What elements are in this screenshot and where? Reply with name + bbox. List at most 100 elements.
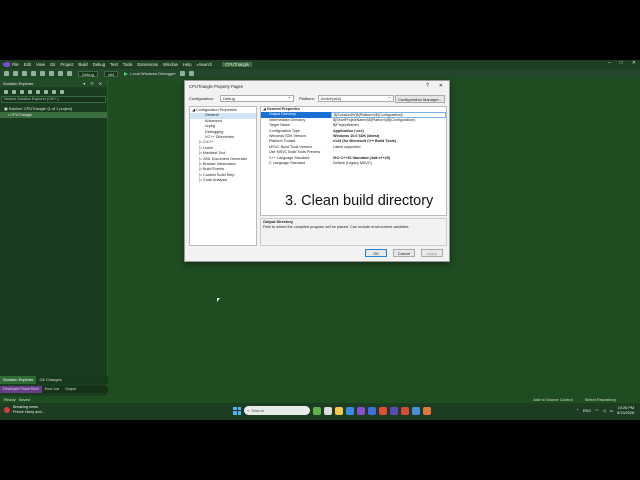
tree-item-label: vcpkg (205, 124, 215, 129)
edge-browser-icon[interactable] (346, 406, 354, 415)
music-app-icon[interactable] (379, 406, 387, 415)
menu-help[interactable]: Help (183, 62, 192, 67)
configuration-manager-button[interactable]: Configuration Manager... (395, 95, 445, 103)
config-row: Configuration: Debug Platform: Active(x6… (189, 94, 445, 103)
menu-view[interactable]: View (36, 62, 45, 67)
store-app-icon[interactable] (368, 406, 376, 415)
tab-git-changes[interactable]: Git Changes (36, 376, 64, 384)
tab-solution-explorer[interactable]: Solution Explorer (0, 376, 37, 384)
save-all-icon[interactable] (49, 71, 54, 76)
forward-icon[interactable] (13, 71, 18, 76)
start-windows-icon[interactable] (233, 406, 241, 415)
new-item-icon[interactable] (22, 71, 27, 76)
tree-item-label: Code Analysis (202, 178, 228, 183)
help-icon[interactable]: ? (426, 83, 429, 89)
volume-icon[interactable]: ◁ (603, 408, 606, 413)
property-grid: ◢ General Properties Output Directory $(S… (260, 106, 447, 216)
tree-item-label: Custom Build Step (202, 172, 235, 177)
ok-button[interactable]: OK (365, 249, 387, 257)
tree-item[interactable]: ▷ Code Analysis (190, 178, 256, 183)
status-bar: Ready Saved Add to Source Control Select… (0, 396, 640, 403)
menu-test[interactable]: Test (110, 62, 118, 67)
apply-button[interactable]: Apply (421, 249, 443, 257)
collapse-all-icon[interactable] (44, 89, 48, 94)
menu-debug[interactable]: Debug (93, 62, 105, 67)
grid-row[interactable]: C Language Standard Default (Legacy MSVC) (261, 161, 446, 166)
play-icon (124, 71, 129, 76)
tab-developer-powershell[interactable]: Developer PowerShell (0, 386, 42, 393)
description-title: Output Directory (263, 220, 294, 224)
maximize-icon[interactable]: □ (620, 60, 623, 66)
select-repository[interactable]: Select Repository (585, 397, 616, 402)
close-icon[interactable]: ✕ (632, 60, 636, 66)
property-name: C Language Standard (269, 160, 306, 165)
add-to-source-control[interactable]: Add to Source Control (533, 397, 572, 402)
news-widget[interactable]: Breaking news Prince Harry and... (4, 405, 45, 415)
tab-error-list[interactable]: Error List (42, 386, 63, 393)
tree-item-label: VC++ Directories (205, 134, 234, 139)
project-label: CPUTriangle (10, 113, 32, 117)
menu-edit[interactable]: Edit (24, 62, 31, 67)
status-ready: Ready (4, 397, 16, 402)
menu-tools[interactable]: Tools (123, 62, 133, 67)
wifi-icon[interactable]: ◠ (595, 408, 598, 413)
home-icon[interactable] (20, 89, 24, 94)
chevron-up-icon[interactable]: ⌃ (576, 408, 579, 413)
clock[interactable]: 10:26 PM 8/13/2026 (617, 406, 634, 415)
start-without-debug-icon[interactable] (179, 71, 185, 76)
file-explorer-icon[interactable] (335, 406, 343, 415)
properties-icon[interactable] (60, 89, 64, 94)
task-view-icon[interactable] (324, 406, 332, 415)
tree-item-label: Browse Information (202, 161, 236, 166)
recorder-app-icon[interactable] (401, 406, 409, 415)
global-search[interactable]: ⌕ Search (197, 62, 213, 67)
letterbox-top (0, 0, 640, 60)
vscode-app-icon[interactable] (390, 406, 398, 415)
property-value[interactable]: Default (Legacy MSVC) (331, 161, 446, 166)
refresh-icon[interactable] (36, 89, 40, 94)
show-all-files-icon[interactable] (52, 89, 56, 94)
solution-explorer-header: Solution Explorer ▾ ⊓ ✕ (0, 80, 107, 87)
redo-icon[interactable] (67, 71, 72, 76)
switch-views-icon[interactable] (28, 89, 32, 94)
description-text: Path to where the compiled program will … (263, 225, 410, 229)
search-icon: ⌕ (247, 408, 250, 413)
open-icon[interactable] (31, 71, 36, 76)
cancel-button[interactable]: Cancel (393, 249, 415, 257)
menu-file[interactable]: File (12, 62, 19, 67)
property-description: Output Directory Path to where the compi… (260, 218, 447, 246)
tree-item-label: Build Events (202, 167, 225, 172)
menu-project[interactable]: Project (60, 62, 73, 67)
back-icon[interactable] (4, 71, 9, 76)
minimize-icon[interactable]: – (608, 60, 611, 66)
tab-output[interactable]: Output (62, 386, 79, 393)
close-icon[interactable]: ✕ (439, 83, 443, 89)
language-indicator[interactable]: ENG (583, 409, 591, 413)
bookmark-icon[interactable] (188, 71, 194, 76)
solution-search-input[interactable]: Search Solution Explorer (Ctrl+;) (1, 96, 106, 103)
project-row[interactable]: ▪ CPUTriangle (0, 112, 107, 118)
run-button[interactable]: Local Windows Debugger (124, 71, 176, 76)
save-icon[interactable] (40, 71, 45, 76)
menu-git[interactable]: Git (50, 62, 55, 67)
visual-studio-logo-icon (3, 61, 10, 68)
platform-dropdown[interactable]: x64 (103, 70, 119, 77)
configuration-dropdown[interactable]: Debug (220, 94, 294, 102)
tree-item-label: C/C++ (202, 140, 214, 145)
forward-icon[interactable] (12, 89, 16, 94)
battery-icon[interactable]: ▭ (610, 408, 614, 413)
undo-icon[interactable] (58, 71, 63, 76)
firefox-app-icon[interactable] (423, 406, 431, 415)
back-icon[interactable] (4, 89, 8, 94)
menu-build[interactable]: Build (78, 62, 87, 67)
menu-window[interactable]: Window (163, 62, 178, 67)
settings-app-icon[interactable] (412, 406, 420, 415)
toolbar: Debug x64 Local Windows Debugger (0, 69, 640, 78)
menu-extensions[interactable]: Extensions (138, 62, 158, 67)
config-dropdown[interactable]: Debug (78, 70, 98, 77)
visual-studio-app-icon[interactable] (357, 406, 365, 415)
platform-dropdown[interactable]: Active(x64) (318, 94, 394, 102)
panel-controls[interactable]: ▾ ⊓ ✕ (83, 80, 104, 87)
widgets-app-icon[interactable] (313, 406, 321, 415)
taskbar-search[interactable]: ⌕ Search (244, 406, 310, 415)
